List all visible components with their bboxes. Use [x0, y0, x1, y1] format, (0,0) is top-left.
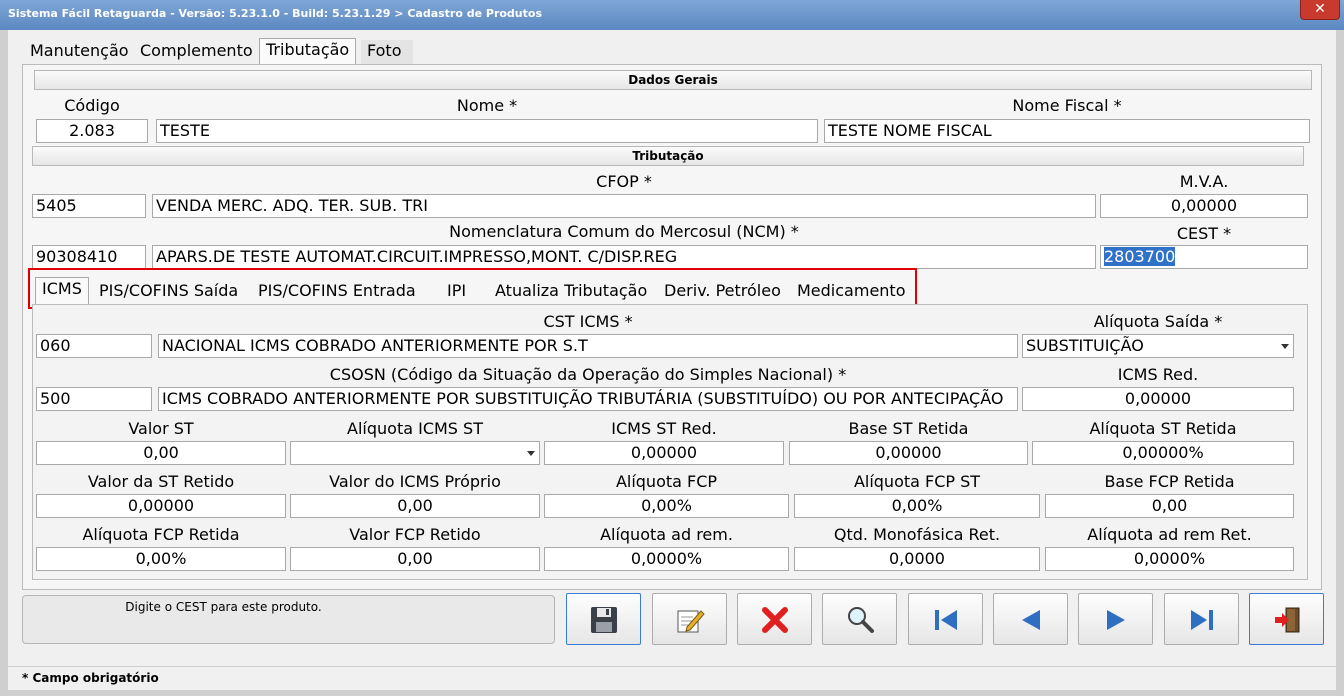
cst-description-field[interactable]: NACIONAL ICMS COBRADO ANTERIORMENTE POR … [158, 334, 1018, 358]
red-x-icon [762, 607, 788, 633]
exit-door-icon [1275, 607, 1300, 633]
cst-code-field[interactable]: 060 [36, 334, 152, 358]
mva-label: M.V.A. [1179, 172, 1229, 191]
previous-button[interactable] [993, 593, 1068, 645]
floppy-disk-icon [591, 607, 617, 633]
base-fcp-retida-label: Base FCP Retida [1104, 472, 1235, 491]
aliquota-ad-rem-field[interactable]: 0,0000% [544, 547, 789, 571]
aliquota-saida-label: Alíquota Saída * [1093, 312, 1223, 331]
tab-foto[interactable]: Foto [361, 40, 413, 64]
ncm-code-field[interactable]: 90308410 [32, 245, 146, 269]
valor-st-field[interactable]: 0,00 [36, 441, 286, 465]
aliquota-fcp-retida-label: Alíquota FCP Retida [82, 525, 240, 544]
aliquota-fcp-label: Alíquota FCP [615, 472, 718, 491]
icms-st-red-label: ICMS ST Red. [611, 419, 717, 438]
aliquota-fcp-st-field[interactable]: 0,00% [794, 494, 1040, 518]
cest-field[interactable]: 2803700 [1100, 245, 1308, 269]
aliquota-ad-rem-ret-label: Alíquota ad rem Ret. [1087, 525, 1252, 544]
qtd-monofasica-ret-field[interactable]: 0,0000 [794, 547, 1040, 571]
tab-complemento[interactable]: Complemento [134, 40, 259, 64]
nome-fiscal-label: Nome Fiscal * [1012, 96, 1122, 115]
magnifier-icon [848, 607, 874, 633]
valor-st-retido-label: Valor da ST Retido [87, 472, 235, 491]
ncm-label: Nomenclatura Comum do Mercosul (NCM) * [449, 222, 799, 241]
title-bar: Sistema Fácil Retaguarda - Versão: 5.23.… [0, 0, 1344, 30]
valor-fcp-retido-label: Valor FCP Retido [349, 525, 481, 544]
ncm-description-field[interactable]: APARS.DE TESTE AUTOMAT.CIRCUIT.IMPRESSO,… [152, 245, 1096, 269]
icms-red-label: ICMS Red. [1117, 365, 1199, 384]
first-record-icon [935, 610, 957, 630]
csosn-description-field[interactable]: ICMS COBRADO ANTERIORMENTE POR SUBSTITUI… [158, 387, 1018, 411]
cfop-code-field[interactable]: 5405 [32, 194, 146, 218]
aliquota-icms-st-select[interactable] [290, 441, 540, 465]
aliquota-fcp-st-label: Alíquota FCP ST [853, 472, 981, 491]
previous-record-icon [1022, 610, 1040, 630]
cest-label: CEST * [1176, 224, 1232, 243]
valor-st-retido-field[interactable]: 0,00000 [36, 494, 286, 518]
mva-field[interactable]: 0,00000 [1100, 194, 1308, 218]
cst-icms-label: CST ICMS * [543, 312, 633, 331]
save-button[interactable] [566, 593, 641, 645]
window-title: Sistema Fácil Retaguarda - Versão: 5.23.… [8, 7, 543, 20]
chevron-down-icon [527, 451, 535, 456]
tab-manutencao[interactable]: Manutenção [24, 40, 135, 64]
valor-icms-proprio-field[interactable]: 0,00 [290, 494, 540, 518]
cest-selected-text: 2803700 [1104, 247, 1176, 266]
icms-st-red-field[interactable]: 0,00000 [544, 441, 784, 465]
nome-field[interactable]: TESTE [156, 119, 818, 143]
tab-tributacao[interactable]: Tributação [259, 38, 357, 66]
icms-red-field[interactable]: 0,00000 [1022, 387, 1294, 411]
valor-fcp-retido-field[interactable]: 0,00 [290, 547, 540, 571]
message-box: Digite o CEST para este produto. [22, 595, 555, 644]
aliquota-saida-select[interactable]: SUBSTITUIÇÃO [1022, 334, 1294, 358]
nome-fiscal-field[interactable]: TESTE NOME FISCAL [824, 119, 1310, 143]
next-record-icon [1107, 610, 1125, 630]
aliquota-fcp-field[interactable]: 0,00% [544, 494, 789, 518]
highlight-box [28, 268, 917, 309]
status-bar: * Campo obrigatório [8, 666, 1336, 690]
aliquota-st-retida-field[interactable]: 0,00000% [1032, 441, 1294, 465]
search-button[interactable] [822, 593, 897, 645]
first-button[interactable] [908, 593, 983, 645]
valor-st-label: Valor ST [128, 419, 194, 438]
csosn-label: CSOSN (Código da Situação da Operação do… [329, 365, 847, 384]
codigo-label: Código [64, 96, 120, 115]
next-button[interactable] [1078, 593, 1153, 645]
aliquota-icms-st-label: Alíquota ICMS ST [347, 419, 483, 438]
codigo-field[interactable]: 2.083 [36, 119, 148, 143]
valor-icms-proprio-label: Valor do ICMS Próprio [329, 472, 501, 491]
close-button[interactable]: ✕ [1300, 0, 1340, 20]
exit-button[interactable] [1249, 593, 1324, 645]
base-st-retida-field[interactable]: 0,00000 [789, 441, 1028, 465]
base-fcp-retida-field[interactable]: 0,00 [1045, 494, 1294, 518]
pencil-edit-icon [677, 610, 705, 633]
edit-button[interactable] [652, 593, 727, 645]
aliquota-saida-value: SUBSTITUIÇÃO [1026, 336, 1144, 355]
aliquota-ad-rem-label: Alíquota ad rem. [600, 525, 733, 544]
base-st-retida-label: Base ST Retida [848, 419, 969, 438]
cfop-description-field[interactable]: VENDA MERC. ADQ. TER. SUB. TRI [152, 194, 1096, 218]
csosn-code-field[interactable]: 500 [36, 387, 152, 411]
hint-message: Digite o CEST para este produto. [125, 600, 322, 614]
section-tributacao: Tributação [32, 146, 1304, 166]
aliquota-st-retida-label: Alíquota ST Retida [1089, 419, 1237, 438]
aliquota-ad-rem-ret-field[interactable]: 0,0000% [1045, 547, 1294, 571]
qtd-monofasica-ret-label: Qtd. Monofásica Ret. [833, 525, 1001, 544]
section-dados-gerais: Dados Gerais [34, 70, 1312, 90]
last-record-icon [1191, 610, 1213, 630]
chevron-down-icon [1281, 344, 1289, 349]
cancel-button[interactable] [737, 593, 812, 645]
last-button[interactable] [1164, 593, 1239, 645]
cfop-label: CFOP * [596, 172, 652, 191]
required-field-note: * Campo obrigatório [22, 671, 159, 685]
nome-label: Nome * [456, 96, 518, 115]
aliquota-fcp-retida-field[interactable]: 0,00% [36, 547, 286, 571]
